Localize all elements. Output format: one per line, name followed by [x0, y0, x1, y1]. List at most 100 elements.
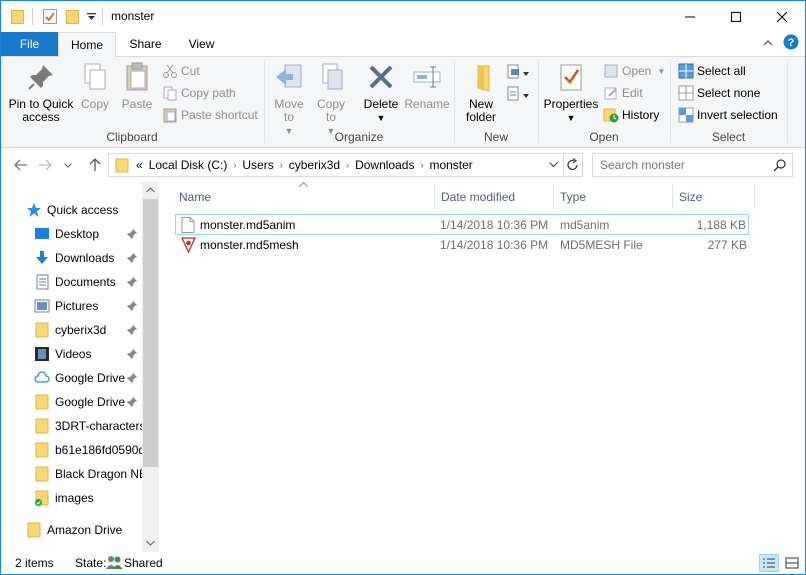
forward-arrow-icon [39, 159, 52, 171]
paste-button[interactable]: Paste [117, 61, 157, 111]
file-size: 277 KB [707, 238, 747, 252]
copy-to-label: Copy to [316, 97, 345, 124]
pin-icon [127, 229, 137, 239]
chevron-down-icon[interactable] [549, 162, 558, 168]
delete-button[interactable]: Delete ▼ [359, 61, 403, 125]
folder-icon[interactable] [11, 9, 24, 24]
cloud-icon [34, 371, 50, 383]
up-button[interactable] [84, 155, 106, 175]
file-date: 1/14/2018 10:36 PM [440, 238, 549, 252]
details-view-button[interactable] [759, 554, 779, 572]
properties-button[interactable]: Properties ▼ [543, 61, 599, 125]
nav-item-google-drive-folder[interactable]: Google Drive [34, 391, 142, 413]
nav-item-quick-access[interactable]: Quick access [26, 199, 158, 221]
help-icon[interactable]: ? [783, 34, 799, 50]
maximize-icon [731, 11, 741, 22]
nav-item-cyberix3d[interactable]: cyberix3d [34, 319, 142, 341]
collapse-ribbon-icon[interactable] [763, 39, 773, 46]
edit-button[interactable]: Edit [603, 83, 643, 103]
tab-file[interactable]: File [1, 32, 58, 56]
minimize-button[interactable] [667, 1, 713, 32]
search-input[interactable] [593, 154, 763, 176]
pin-label: Pin to Quick access [8, 97, 74, 124]
rename-button[interactable]: Rename [403, 61, 451, 111]
column-header-size[interactable]: Size [673, 184, 755, 209]
nav-scrollbar[interactable] [142, 182, 159, 552]
nav-item-downloads[interactable]: Downloads [34, 247, 142, 269]
nav-item-images[interactable]: images [34, 487, 142, 509]
nav-item-amazon-drive[interactable]: Amazon Drive [26, 519, 142, 541]
tab-home[interactable]: Home [58, 32, 116, 57]
column-header-type[interactable]: Type [554, 184, 673, 209]
nav-label: Pictures [55, 299, 99, 313]
file-row[interactable]: monster.md5anim 1/14/2018 10:36 PM md5an… [175, 214, 749, 235]
breadcrumb-overflow[interactable]: « [136, 158, 143, 172]
pin-quick-access-button[interactable]: Pin to Quick access [5, 61, 77, 124]
nav-item-videos[interactable]: Videos [34, 343, 142, 365]
nav-label: Black Dragon NE [55, 467, 142, 481]
breadcrumb-cyberix3d[interactable]: cyberix3d [289, 158, 340, 172]
scroll-down-icon[interactable] [146, 540, 155, 546]
move-to-icon [276, 64, 302, 88]
forward-button[interactable] [34, 155, 56, 175]
maximize-button[interactable] [713, 1, 759, 32]
group-organize: Move to ▼ Copy to ▼ Delete ▼ Rename Organiz… [265, 57, 453, 147]
chevron-right-icon[interactable]: › [280, 160, 283, 170]
column-header-name[interactable]: Name [173, 184, 435, 209]
minimize-icon [685, 16, 695, 17]
recent-locations-button[interactable] [61, 155, 75, 175]
invert-selection-button[interactable]: Invert selection [678, 105, 778, 125]
copy-path-button[interactable]: Copy path [162, 83, 236, 103]
breadcrumb-monster[interactable]: monster [429, 158, 472, 172]
search-icon[interactable] [773, 159, 786, 172]
select-none-label: Select none [697, 86, 761, 100]
address-bar[interactable]: « Local Disk (C:) › Users › cyberix3d › … [108, 153, 583, 177]
copy-button[interactable]: Copy [75, 61, 115, 111]
properties-check-icon[interactable] [43, 9, 57, 24]
file-row[interactable]: monster.md5mesh 1/14/2018 10:36 PM MD5ME… [175, 235, 749, 256]
tab-view[interactable]: View [175, 32, 228, 56]
new-folder-icon[interactable] [66, 9, 79, 24]
breadcrumb-local-disk[interactable]: Local Disk (C:) [149, 158, 228, 172]
file-list: Name Date modified Type Size monster.md5… [159, 182, 805, 552]
nav-item-google-drive-cloud[interactable]: Google Drive [34, 367, 142, 389]
chevron-right-icon[interactable]: › [346, 160, 349, 170]
nav-item-3drt-characters[interactable]: 3DRT-characters [34, 415, 142, 437]
scroll-up-icon[interactable] [146, 187, 155, 193]
back-button[interactable] [10, 155, 32, 175]
large-icons-view-button[interactable] [782, 554, 802, 572]
new-item-icon[interactable] [507, 64, 531, 82]
nav-item-documents[interactable]: Documents [34, 271, 142, 293]
breadcrumb-users[interactable]: Users [242, 158, 273, 172]
select-none-button[interactable]: Select none [678, 83, 760, 103]
new-folder-button[interactable]: New folder [459, 61, 503, 124]
search-box[interactable] [592, 153, 793, 177]
select-all-button[interactable]: Select all [678, 61, 746, 81]
easy-access-icon[interactable] [507, 86, 531, 104]
customize-qa-icon[interactable] [87, 13, 96, 21]
move-to-button[interactable]: Move to ▼ [269, 61, 309, 138]
chevron-down-icon: ▼ [657, 66, 666, 76]
history-button[interactable]: History [603, 105, 659, 125]
cut-button[interactable]: Cut [162, 61, 200, 81]
copy-to-button[interactable]: Copy to ▼ [311, 61, 351, 138]
open-button[interactable]: Open ▼ [603, 61, 665, 81]
close-button[interactable] [759, 1, 805, 32]
details-view-icon [763, 558, 775, 568]
chevron-right-icon[interactable]: › [420, 160, 423, 170]
nav-item-black-dragon[interactable]: Black Dragon NE [34, 463, 142, 485]
refresh-icon[interactable] [566, 158, 579, 172]
breadcrumb-downloads[interactable]: Downloads [355, 158, 414, 172]
chevron-right-icon[interactable]: › [233, 160, 236, 170]
nav-label: b61e186fd0590d [55, 443, 142, 457]
paste-shortcut-icon [163, 108, 177, 123]
nav-item-pictures[interactable]: Pictures [34, 295, 142, 317]
paste-shortcut-button[interactable]: Paste shortcut [162, 105, 258, 125]
tab-share[interactable]: Share [118, 32, 173, 56]
nav-item-b61e186fd0590d[interactable]: b61e186fd0590d [34, 439, 142, 461]
clipboard-group-label: Clipboard [106, 130, 158, 144]
pin-icon [127, 349, 137, 359]
nav-item-desktop[interactable]: Desktop [34, 223, 142, 245]
column-header-date[interactable]: Date modified [435, 184, 554, 209]
scrollbar-thumb[interactable] [143, 199, 158, 467]
